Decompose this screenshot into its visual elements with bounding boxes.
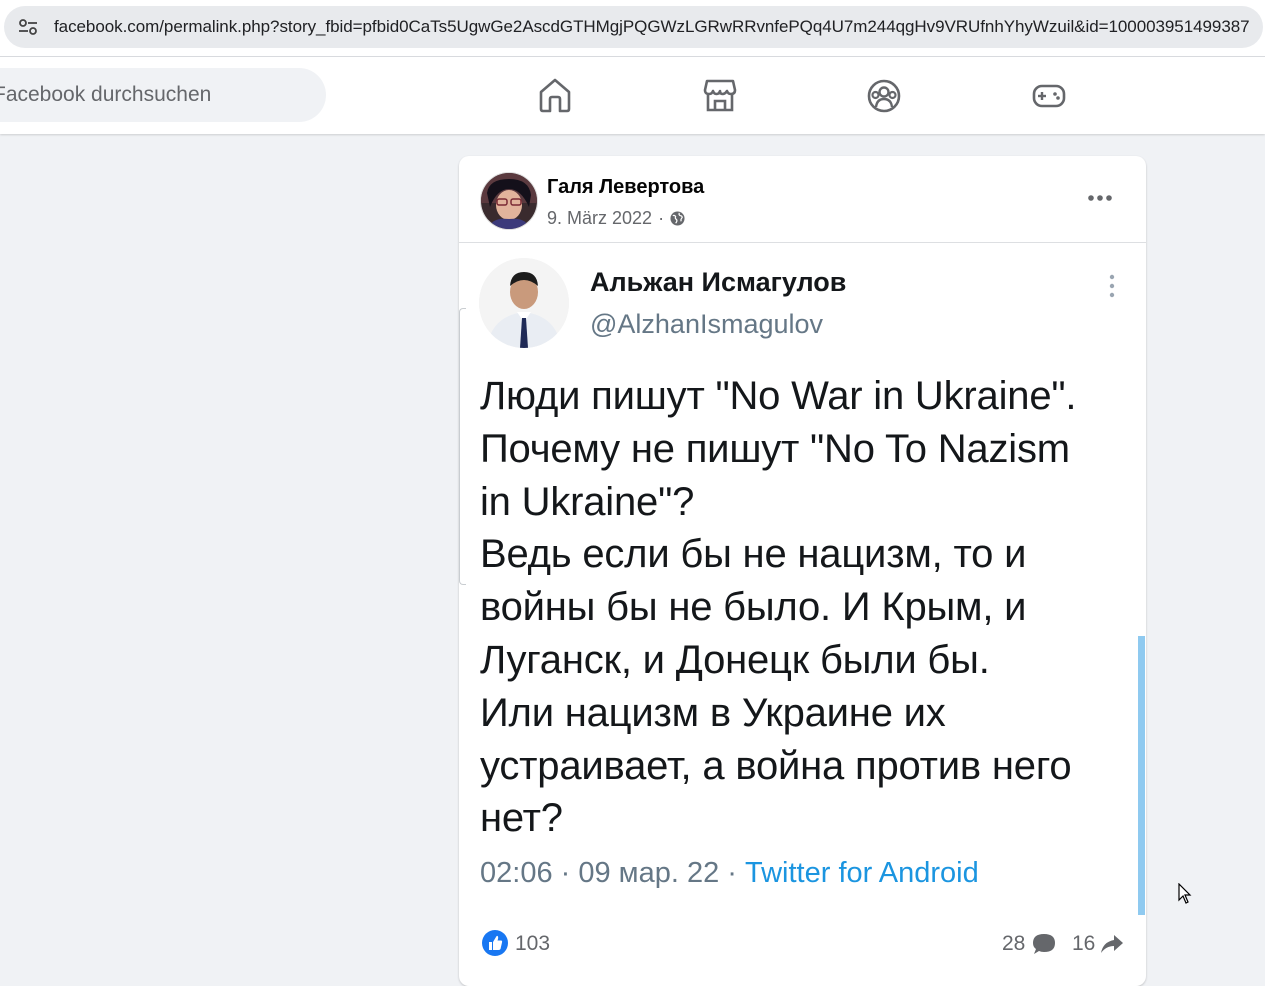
tweet-author-photo	[479, 258, 569, 348]
groups-icon[interactable]	[867, 77, 901, 113]
like-count[interactable]: 103	[515, 932, 550, 956]
share-count[interactable]: 16	[1072, 932, 1095, 956]
gaming-icon[interactable]	[1032, 77, 1066, 113]
browser-address-bar: facebook.com/permalink.php?story_fbid=pf…	[0, 0, 1265, 57]
tweet-text: Люди пишут "No War in Ukraine". Почему н…	[480, 370, 1130, 845]
mouse-cursor-icon	[1178, 883, 1192, 904]
tweet-text-line: in Ukraine"?	[480, 479, 695, 524]
tweet-text-line: Ведь если бы не нацизм, то и	[480, 532, 1027, 577]
search-input[interactable]	[0, 68, 326, 122]
post-image-tweet-screenshot[interactable]: Альжан Исмагулов @AlzhanIsmagulov Люди п…	[459, 243, 1146, 915]
author-photo	[481, 173, 537, 229]
tweet-author-avatar	[479, 258, 569, 348]
tweet-text-line: Луганск, и Донецк были бы.	[480, 637, 990, 682]
tweet-text-line: Или нацизм в Украине их	[480, 690, 946, 735]
share-icon[interactable]	[1100, 933, 1124, 955]
tune-icon[interactable]	[18, 19, 38, 35]
more-icon[interactable]	[1087, 186, 1113, 210]
address-field[interactable]: facebook.com/permalink.php?story_fbid=pf…	[4, 6, 1263, 48]
like-icon[interactable]	[482, 930, 508, 956]
tweet-text-line: Почему не пишут "No To Nazism	[480, 426, 1070, 471]
globe-icon	[670, 211, 685, 226]
tweet-author-handle: @AlzhanIsmagulov	[590, 309, 824, 339]
tweet-text-line: нет?	[480, 796, 563, 841]
post-card: Галя Левертова 9. März 2022 · Альжан Исм…	[459, 156, 1146, 986]
meta-separator: ·	[658, 208, 665, 228]
tweet-text-line: войны бы не было. И Крым, и	[480, 585, 1027, 630]
tweet-time: 02:06 · 09 мар. 22 ·	[480, 857, 745, 889]
author-avatar[interactable]	[480, 172, 538, 230]
image-blue-edge	[1138, 636, 1145, 915]
tweet-source: Twitter for Android	[745, 857, 979, 889]
comment-count[interactable]: 28	[1002, 932, 1025, 956]
tweet-footer: 02:06 · 09 мар. 22 · Twitter for Android	[480, 857, 979, 890]
image-edge-decoration	[459, 308, 466, 585]
home-icon[interactable]	[538, 77, 572, 113]
reactions-bar: 103 28 16	[459, 922, 1146, 968]
tweet-text-line: устраивает, а война против него	[480, 743, 1072, 788]
marketplace-icon[interactable]	[703, 77, 737, 113]
facebook-top-nav	[0, 57, 1265, 134]
post-author-name[interactable]: Галя Левертова	[547, 176, 704, 199]
tweet-author-name: Альжан Исмагулов	[590, 267, 847, 297]
post-meta: 9. März 2022 ·	[547, 208, 685, 229]
url-text[interactable]: facebook.com/permalink.php?story_fbid=pf…	[54, 17, 1250, 37]
tweet-more-icon	[1109, 274, 1115, 298]
search-box	[0, 68, 326, 122]
post-date[interactable]: 9. März 2022	[547, 208, 652, 229]
comment-icon[interactable]	[1032, 933, 1056, 955]
tweet-text-line: Люди пишут "No War in Ukraine".	[480, 374, 1077, 418]
